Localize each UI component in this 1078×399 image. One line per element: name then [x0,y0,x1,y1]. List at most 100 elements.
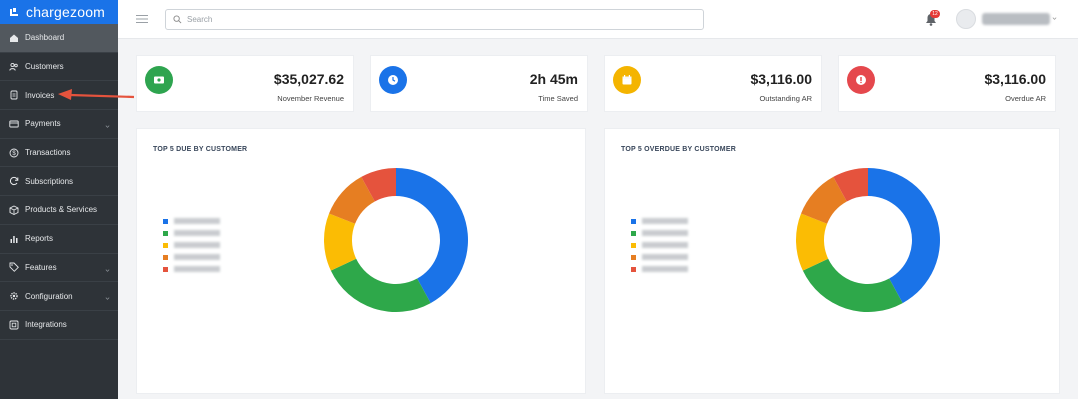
legend-swatch [163,266,168,272]
bar-chart-icon [9,234,19,244]
stat-card-november-revenue[interactable]: $35,027.62 November Revenue [136,55,354,112]
integrations-icon [9,320,19,330]
stat-card-time-saved[interactable]: 2h 45m Time Saved [370,55,588,112]
notification-badge: 12 [930,10,940,18]
legend-item[interactable]: Customer C [163,239,220,251]
dashboard-icon [9,33,19,43]
legend-label: Customer C [642,242,688,248]
legend-label: Customer A [642,218,688,224]
legend-swatch [631,266,636,272]
refresh-icon [9,176,19,186]
donut-slice[interactable] [330,258,431,312]
legend-swatch [163,230,168,236]
legend-item[interactable]: Customer A [163,215,220,227]
donut-chart [796,168,940,312]
sidebar-item-label: Integrations [25,320,67,330]
legend-label: Customer C [174,242,220,248]
sidebar-item-features[interactable]: Features [0,254,118,283]
legend-item[interactable]: Customer E [631,263,688,275]
stat-label: Overdue AR [1005,94,1046,103]
legend-swatch [163,242,168,248]
sidebar-item-dashboard[interactable]: Dashboard [0,24,118,53]
chevron-down-icon [105,122,110,128]
brand-name: chargezoom [26,4,106,20]
dollar-circle-icon: $ [9,148,19,158]
stat-label: November Revenue [277,94,344,103]
hamburger-menu-icon[interactable] [136,14,148,24]
panel-title: TOP 5 OVERDUE BY CUSTOMER [621,146,736,153]
legend-item[interactable]: Customer B [631,227,688,239]
stat-value: $35,027.62 [273,71,344,87]
username[interactable]: blurred [982,13,1050,25]
legend-label: Customer E [174,266,220,272]
sidebar-item-subscriptions[interactable]: Subscriptions [0,167,118,197]
legend-item[interactable]: Customer B [163,227,220,239]
sidebar-item-reports[interactable]: Reports [0,225,118,254]
sidebar-item-label: Dashboard [25,33,65,43]
sidebar-item-label: Subscriptions [25,176,74,186]
legend: Customer A Customer B Customer C Customer D… [163,215,220,275]
chargezoom-logo-icon [10,8,18,16]
credit-card-icon [9,119,19,129]
invoice-icon [9,90,19,100]
sidebar-item-label: Configuration [25,291,73,301]
legend-item[interactable]: Customer D [163,251,220,263]
legend-swatch [631,218,636,224]
stat-value: $3,116.00 [750,71,812,87]
legend-item[interactable]: Customer E [163,263,220,275]
annotation-arrow [58,89,135,100]
sidebar-item-transactions[interactable]: $ Transactions [0,139,118,168]
legend-item[interactable]: Customer D [631,251,688,263]
donut-chart [324,168,468,312]
legend: Customer A Customer B Customer C Customer D… [631,215,688,275]
users-icon [9,62,19,72]
sidebar-item-label: Reports [25,234,54,244]
donut-slice[interactable] [802,258,903,312]
search-input[interactable] [187,15,687,24]
stat-card-outstanding-ar[interactable]: $3,116.00 Outstanding AR [604,55,822,112]
legend-label: Customer D [174,254,220,260]
legend-label: Customer E [642,266,688,272]
chevron-down-icon [105,294,110,301]
stat-card-overdue-ar[interactable]: $3,116.00 Overdue AR [838,55,1056,112]
top-overdue-panel: TOP 5 OVERDUE BY CUSTOMER Customer ACust… [604,128,1060,394]
legend-item[interactable]: Customer C [631,239,688,251]
search-box[interactable] [165,9,704,30]
legend-swatch [631,230,636,236]
box-icon [9,205,19,215]
legend-label: Customer A [174,218,220,224]
sidebar-item-customers[interactable]: Customers [0,53,118,82]
top-due-panel: TOP 5 DUE BY CUSTOMER Customer ACustomer… [136,128,586,394]
gear-icon [9,291,19,301]
sidebar-item-label: Transactions [25,148,71,158]
legend-swatch [163,218,168,224]
avatar[interactable] [956,9,976,29]
alert-icon [847,66,875,94]
legend-swatch [631,242,636,248]
sidebar-nav: Dashboard Customers Invoices Payments $ Trans… [0,24,118,340]
tag-icon [9,262,19,273]
legend-label: Customer B [642,230,688,236]
legend-swatch [631,254,636,260]
sidebar-item-integrations[interactable]: Integrations [0,311,118,340]
legend-item[interactable]: Customer A [631,215,688,227]
sidebar-item-payments[interactable]: Payments [0,110,118,139]
sidebar-item-label: Payments [25,119,61,129]
chevron-down-icon[interactable] [1052,16,1057,21]
chevron-down-icon [105,266,110,272]
sidebar-item-configuration[interactable]: Configuration [0,282,118,311]
sidebar-item-label: Features [25,262,57,272]
sidebar-item-label: Products & Services [25,205,98,215]
sidebar-item-label: Customers [25,62,64,72]
stat-label: Outstanding AR [759,94,812,103]
stat-value: $3,116.00 [984,71,1046,87]
money-icon [145,66,173,94]
legend-label: Customer D [642,254,688,260]
sidebar-item-label: Invoices [25,90,55,100]
search-icon [173,15,182,24]
brand-logo[interactable]: chargezoom [0,0,118,24]
sidebar: chargezoom Dashboard Customers Invoices Pay… [0,0,118,399]
sidebar-item-products-services[interactable]: Products & Services [0,196,118,225]
clock-icon [379,66,407,94]
stat-label: Time Saved [538,94,578,103]
